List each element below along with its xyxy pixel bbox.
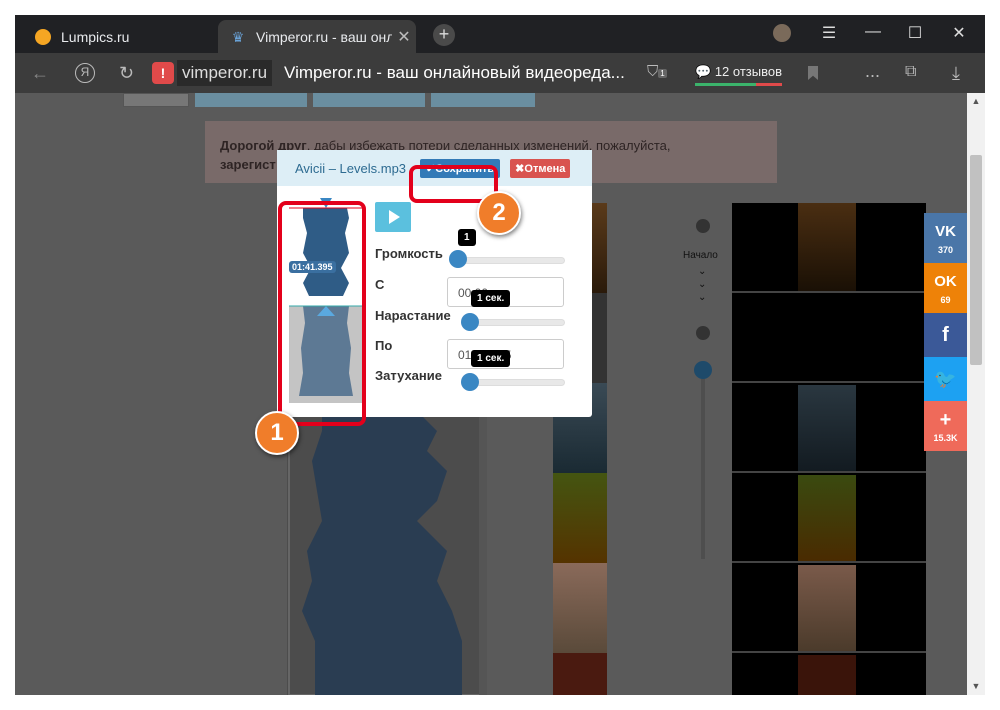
reload-icon[interactable]: ↻	[119, 63, 134, 84]
download-icon[interactable]: ⤓	[952, 63, 960, 84]
extension-badge: 1	[658, 69, 667, 78]
new-tab-button[interactable]: +	[433, 24, 455, 46]
menu-icon[interactable]: ☰	[817, 23, 841, 43]
cancel-button[interactable]: ✖Отмена	[510, 158, 571, 178]
vk-count: 370	[937, 245, 954, 255]
yandex-icon[interactable]: Я	[75, 63, 95, 83]
facebook-icon: f	[942, 324, 949, 346]
more-count: 15.3K	[933, 433, 958, 443]
minimize-button[interactable]: —	[861, 23, 885, 41]
frame-sunflowers	[798, 475, 856, 563]
crown-icon: ♛	[231, 28, 245, 45]
annotation-box-1	[278, 201, 366, 426]
back-icon[interactable]: ←	[31, 63, 49, 84]
reviews-button[interactable]: 💬 12 отзывов	[695, 64, 782, 86]
play-button[interactable]	[375, 202, 411, 232]
scroll-down-arrow[interactable]: ▼	[967, 681, 985, 691]
social-ok-button[interactable]: OK 69	[924, 263, 967, 313]
thumb-red	[553, 653, 607, 695]
frame-divider	[732, 561, 926, 563]
chevron-down-icon[interactable]: ⌄ ⌄ ⌄	[698, 265, 706, 304]
fade-in-tooltip: 1 сек.	[471, 290, 511, 307]
frame-strip	[732, 203, 926, 695]
orange-circle-icon	[35, 28, 51, 45]
tab-title: Lumpics.ru	[61, 28, 130, 45]
frame-divider	[732, 471, 926, 473]
start-label: Начало	[683, 250, 718, 261]
fade-out-knob[interactable]	[461, 373, 479, 391]
page-scrollbar[interactable]: ▲ ▼	[967, 93, 985, 695]
volume-slider[interactable]	[453, 257, 565, 264]
frame-forest	[798, 203, 856, 291]
frame-divider	[732, 291, 926, 293]
from-label: С	[375, 277, 385, 292]
address-bar: ← Я ↻ ! vimperor.ru Vimperor.ru - ваш он…	[15, 53, 985, 93]
to-label: По	[375, 338, 393, 353]
thumb-rabbit	[553, 563, 607, 653]
volume-tooltip: 1	[458, 229, 476, 246]
thumb-sunflowers	[553, 473, 607, 563]
scroll-thumb[interactable]	[970, 155, 982, 365]
tab-bar: Lumpics.ru ♛ Vimperor.ru - ваш онлай ✕ +…	[15, 15, 985, 53]
frame-divider	[732, 381, 926, 383]
page-content: Дорогой друг, дабы избежать потери сдела…	[15, 93, 967, 695]
close-tab-icon[interactable]: ✕	[392, 27, 416, 47]
tab-vimperor[interactable]: ♛ Vimperor.ru - ваш онлай ✕	[218, 20, 416, 53]
bg-swatch[interactable]	[123, 93, 189, 107]
toolbar-button[interactable]	[313, 93, 425, 107]
annotation-badge-2: 2	[477, 191, 521, 235]
social-facebook-button[interactable]: f	[924, 313, 967, 357]
toolbar-button[interactable]	[195, 93, 307, 107]
fade-in-knob[interactable]	[461, 313, 479, 331]
rating-bar	[695, 83, 782, 86]
vk-icon: VK	[935, 223, 956, 240]
comment-icon: 💬	[695, 64, 712, 79]
vertical-slider-track[interactable]	[701, 379, 705, 559]
tab-title: Vimperor.ru - ваш онлай	[256, 28, 392, 45]
file-name: Avicii – Levels.mp3	[295, 160, 407, 176]
warning-icon[interactable]: !	[152, 62, 174, 84]
ok-count: 69	[940, 295, 951, 305]
social-twitter-button[interactable]: 🐦	[924, 357, 967, 401]
extension-shield-icon[interactable]: ⛉ 1	[647, 63, 667, 80]
toolbar-buttons	[123, 93, 541, 107]
url-field[interactable]: ! vimperor.ru Vimperor.ru - ваш онлайнов…	[152, 59, 625, 87]
browser-window: Lumpics.ru ♛ Vimperor.ru - ваш онлай ✕ +…	[15, 15, 985, 695]
cancel-label: Отмена	[524, 162, 566, 175]
volume-label: Громкость	[375, 246, 443, 261]
social-vk-button[interactable]: VK 370	[924, 213, 967, 263]
help-icon-2[interactable]	[696, 326, 710, 340]
notice-bold-2: зарегист	[220, 157, 276, 172]
annotation-badge-1: 1	[255, 411, 299, 455]
frame-rabbit	[798, 565, 856, 653]
frame-owl	[798, 385, 856, 473]
toolbar-button[interactable]	[431, 93, 535, 107]
frame-divider	[732, 651, 926, 653]
reviews-label: 12 отзывов	[714, 64, 782, 79]
fade-out-tooltip: 1 сек.	[471, 350, 511, 367]
vertical-slider-knob[interactable]	[694, 361, 712, 379]
collections-icon[interactable]: ⧉	[905, 63, 916, 81]
domain-label: vimperor.ru	[177, 60, 273, 86]
more-icon[interactable]: ...	[865, 61, 880, 82]
twitter-icon: 🐦	[934, 369, 957, 389]
background-waveform	[287, 411, 487, 695]
volume-knob[interactable]	[449, 250, 467, 268]
play-icon	[389, 210, 400, 224]
help-icon[interactable]	[696, 219, 710, 233]
bookmark-icon[interactable]	[808, 66, 818, 80]
maximize-button[interactable]: ☐	[903, 23, 927, 43]
plus-icon: +	[939, 409, 952, 431]
social-more-button[interactable]: +15.3K	[924, 401, 967, 451]
profile-avatar[interactable]	[773, 24, 791, 42]
fade-in-label: Нарастание	[375, 308, 451, 323]
tab-lumpics[interactable]: Lumpics.ru	[23, 20, 218, 53]
frame-red	[798, 655, 856, 695]
fade-out-label: Затухание	[375, 368, 442, 383]
close-window-button[interactable]: ✕	[947, 23, 971, 43]
scroll-up-arrow[interactable]: ▲	[967, 96, 985, 106]
ok-icon: OK	[934, 273, 957, 290]
page-title: Vimperor.ru - ваш онлайновый видеореда..…	[284, 63, 625, 82]
